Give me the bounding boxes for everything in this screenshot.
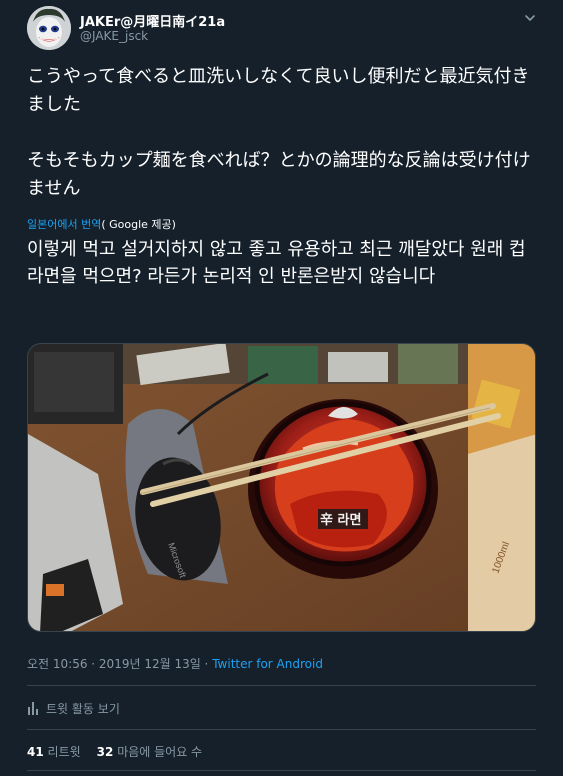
tweet-text: こうやって食べると皿洗いしなくて良いし便利だと最近気付きました そもそもカップ麺… xyxy=(27,63,542,203)
client-link[interactable]: Twitter for Android xyxy=(212,657,323,671)
likes-stat[interactable]: 32 마음에 들어요 수 xyxy=(97,745,202,759)
tweet-activity-link[interactable]: 트윗 활동 보기 xyxy=(27,698,120,718)
tweet-photo[interactable]: Microsoft 1000ml 辛 라면 xyxy=(27,343,536,632)
engagement-stats: 41 리트윗 32 마음에 들어요 수 xyxy=(27,743,202,760)
retweets-count: 41 xyxy=(27,745,44,759)
chevron-down-icon[interactable] xyxy=(522,10,538,26)
likes-count: 32 xyxy=(96,745,114,759)
divider xyxy=(27,770,536,771)
retweets-label: 리트윗 xyxy=(47,745,81,759)
divider xyxy=(27,729,536,730)
retweets-stat[interactable]: 41 리트윗 xyxy=(27,745,81,759)
tweet: JAKEr@月曜日南イ21a @JAKE_jsck こうやって食べると皿洗いしな… xyxy=(0,0,563,776)
timestamp-text[interactable]: 오전 10:56 · 2019년 12월 13일 · xyxy=(27,657,212,671)
display-name[interactable]: JAKEr@月曜日南イ21a xyxy=(80,11,225,30)
joker-face-avatar-icon xyxy=(27,6,71,50)
translation-provider: ( Google 제공) xyxy=(101,218,176,231)
avatar[interactable] xyxy=(27,6,71,50)
noodle-bowl-photo: Microsoft 1000ml 辛 라면 xyxy=(28,344,535,631)
translation-attribution: 일본어에서 번역( Google 제공) xyxy=(27,216,176,232)
divider xyxy=(27,685,536,686)
likes-label: 마음에 들어요 수 xyxy=(117,745,203,759)
tweet-text-paragraph: そもそもカップ麺を食べれば？とかの論理的な反論は受け付けません xyxy=(27,150,531,199)
translated-text: 이렇게 먹고 설거지하지 않고 좋고 유용하고 최근 깨달았다 원래 컵라면을 … xyxy=(27,239,526,287)
tweet-activity-label: 트윗 활동 보기 xyxy=(46,701,120,716)
bar-chart-icon xyxy=(27,701,39,715)
translation-source-link[interactable]: 일본어에서 번역 xyxy=(27,218,101,231)
handle[interactable]: @JAKE_jsck xyxy=(80,29,148,43)
tweet-timestamp: 오전 10:56 · 2019년 12월 13일 · Twitter for A… xyxy=(27,655,323,672)
tweet-text-paragraph: こうやって食べると皿洗いしなくて良いし便利だと最近気付きました xyxy=(27,66,530,115)
